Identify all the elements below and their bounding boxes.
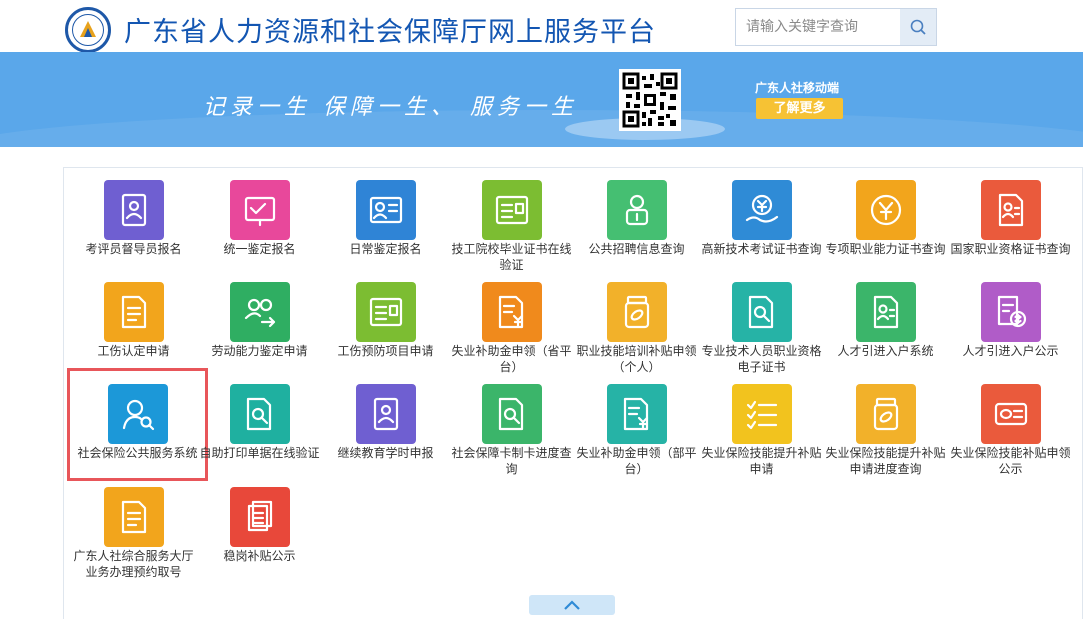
document-person-icon <box>981 180 1041 240</box>
service-label: 广东人社综合服务大厅业务办理预约取号 <box>73 549 194 579</box>
service-tile[interactable]: 国家职业资格证书查询 <box>948 168 1073 270</box>
search-button[interactable] <box>900 9 936 45</box>
document-money-icon <box>981 282 1041 342</box>
service-label: 稳岗补贴公示 <box>223 549 296 563</box>
service-label: 职业技能培训补贴申领（个人） <box>576 344 697 374</box>
banner-slogan: 记录一生 保障一生、 服务一生 <box>203 95 578 120</box>
medicine-bottle-icon <box>607 282 667 342</box>
service-label: 统一鉴定报名 <box>223 242 296 256</box>
card-icon <box>981 384 1041 444</box>
service-tile[interactable]: 工伤预防项目申请 <box>323 270 448 372</box>
yen-hand-icon <box>732 180 792 240</box>
service-label: 社会保障卡制卡进度查询 <box>451 446 572 476</box>
service-tile[interactable]: 失业补助金申领（部平台） <box>574 372 699 476</box>
service-tile[interactable]: 考评员督导员报名 <box>71 168 196 270</box>
service-tile[interactable]: 人才引进入户系统 <box>823 270 948 372</box>
service-label: 高新技术考试证书查询 <box>701 242 822 256</box>
search-document-icon <box>732 282 792 342</box>
logo-mark-icon <box>80 21 96 37</box>
service-tile[interactable]: 稳岗补贴公示 <box>197 475 322 577</box>
id-card-icon <box>356 180 416 240</box>
service-label: 日常鉴定报名 <box>349 242 422 256</box>
service-label: 失业保险技能补贴申领公示 <box>950 446 1071 476</box>
badge-person-icon <box>104 180 164 240</box>
service-label: 失业保险技能提升补贴申请进度查询 <box>825 446 946 476</box>
service-label: 国家职业资格证书查询 <box>950 242 1071 256</box>
header: 广东省人力资源和社会保障厅网上服务平台 <box>0 0 1083 53</box>
service-tile[interactable]: 广东人社综合服务大厅业务办理预约取号 <box>71 475 196 579</box>
service-label: 技工院校毕业证书在线验证 <box>451 242 572 272</box>
person-search-icon <box>108 384 168 444</box>
page: 广东省人力资源和社会保障厅网上服务平台 记录一生 保障一生、 服务一生 <box>0 0 1083 619</box>
badge-person-icon <box>356 384 416 444</box>
site-title: 广东省人力资源和社会保障厅网上服务平台 <box>124 17 656 48</box>
service-tile[interactable]: 失业保险技能提升补贴申请进度查询 <box>823 372 948 476</box>
service-tile[interactable]: 技工院校毕业证书在线验证 <box>449 168 574 272</box>
service-label: 失业补助金申领（部平台） <box>576 446 697 476</box>
check-board-icon <box>230 180 290 240</box>
search-document-icon <box>482 384 542 444</box>
service-tile[interactable]: 失业保险技能补贴申领公示 <box>948 372 1073 476</box>
banner: 记录一生 保障一生、 服务一生 广东人社移动端 了解更多 <box>0 52 1083 147</box>
service-label: 人才引进入户系统 <box>837 344 934 358</box>
service-label: 社会保险公共服务系统 <box>77 446 198 460</box>
document-person-icon <box>856 282 916 342</box>
service-label: 失业保险技能提升补贴申请 <box>701 446 822 476</box>
service-tile[interactable]: 社会保险公共服务系统 <box>67 368 208 481</box>
service-tile[interactable]: 继续教育学时申报 <box>323 372 448 474</box>
service-tile[interactable]: 专业技术人员职业资格电子证书 <box>699 270 824 374</box>
service-label: 劳动能力鉴定申请 <box>211 344 308 358</box>
yen-coin-icon <box>856 180 916 240</box>
service-label: 人才引进入户公示 <box>962 344 1059 358</box>
service-tile[interactable]: 职业技能培训补贴申领（个人） <box>574 270 699 374</box>
qr-code <box>619 69 681 131</box>
service-tile[interactable]: 社会保障卡制卡进度查询 <box>449 372 574 476</box>
yen-document-icon <box>607 384 667 444</box>
certificate-icon <box>356 282 416 342</box>
service-tile[interactable]: 劳动能力鉴定申请 <box>197 270 322 372</box>
site-logo[interactable] <box>65 7 111 53</box>
service-label: 专项职业能力证书查询 <box>825 242 946 256</box>
stacked-pages-icon <box>230 487 290 547</box>
search-input[interactable] <box>736 9 901 45</box>
collapse-button[interactable] <box>529 595 615 615</box>
learn-more-button[interactable]: 了解更多 <box>756 98 843 119</box>
search-box <box>735 8 937 46</box>
document-list-icon <box>104 487 164 547</box>
search-document-icon <box>230 384 290 444</box>
mobile-app-label: 广东人社移动端 <box>755 81 840 95</box>
service-label: 自助打印单据在线验证 <box>199 446 320 460</box>
chevron-up-icon <box>564 600 580 610</box>
service-label: 继续教育学时申报 <box>337 446 434 460</box>
service-tile[interactable]: 日常鉴定报名 <box>323 168 448 270</box>
checklist-icon <box>732 384 792 444</box>
service-tile[interactable]: 自助打印单据在线验证 <box>197 372 322 474</box>
service-label: 工伤认定申请 <box>97 344 170 358</box>
certificate-icon <box>482 180 542 240</box>
service-tile[interactable]: 公共招聘信息查询 <box>574 168 699 270</box>
service-tile[interactable]: 工伤认定申请 <box>71 270 196 372</box>
service-tile[interactable]: 高新技术考试证书查询 <box>699 168 824 270</box>
service-tile[interactable]: 统一鉴定报名 <box>197 168 322 270</box>
service-label: 失业补助金申领（省平台） <box>451 344 572 374</box>
service-tile[interactable]: 专项职业能力证书查询 <box>823 168 948 270</box>
service-label: 专业技术人员职业资格电子证书 <box>701 344 822 374</box>
people-exchange-icon <box>230 282 290 342</box>
briefcase-person-icon <box>607 180 667 240</box>
qr-code-icon <box>622 72 678 128</box>
service-label: 考评员督导员报名 <box>85 242 182 256</box>
service-tile[interactable]: 失业保险技能提升补贴申请 <box>699 372 824 476</box>
search-icon <box>910 19 926 35</box>
yen-document-icon <box>482 282 542 342</box>
service-tile[interactable]: 人才引进入户公示 <box>948 270 1073 372</box>
service-tile[interactable]: 失业补助金申领（省平台） <box>449 270 574 374</box>
document-list-icon <box>104 282 164 342</box>
service-label: 公共招聘信息查询 <box>588 242 685 256</box>
medicine-bottle-icon <box>856 384 916 444</box>
service-label: 工伤预防项目申请 <box>337 344 434 358</box>
